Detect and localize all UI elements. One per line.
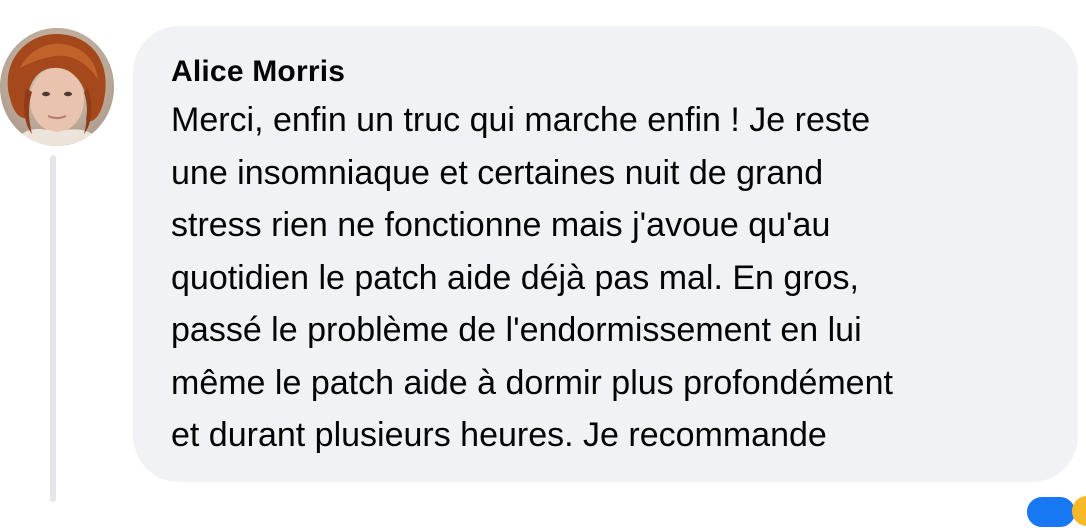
- profile-photo-icon: [0, 28, 114, 146]
- comment-bubble: Alice Morris Merci, enfin un truc qui ma…: [133, 26, 1078, 482]
- like-reaction-icon[interactable]: [1024, 494, 1078, 530]
- comment-text: Merci, enfin un truc qui marche enfin ! …: [171, 101, 893, 454]
- reply-thread-line: [50, 155, 56, 502]
- comment-author-name[interactable]: Alice Morris: [171, 52, 1048, 92]
- avatar[interactable]: [0, 28, 114, 146]
